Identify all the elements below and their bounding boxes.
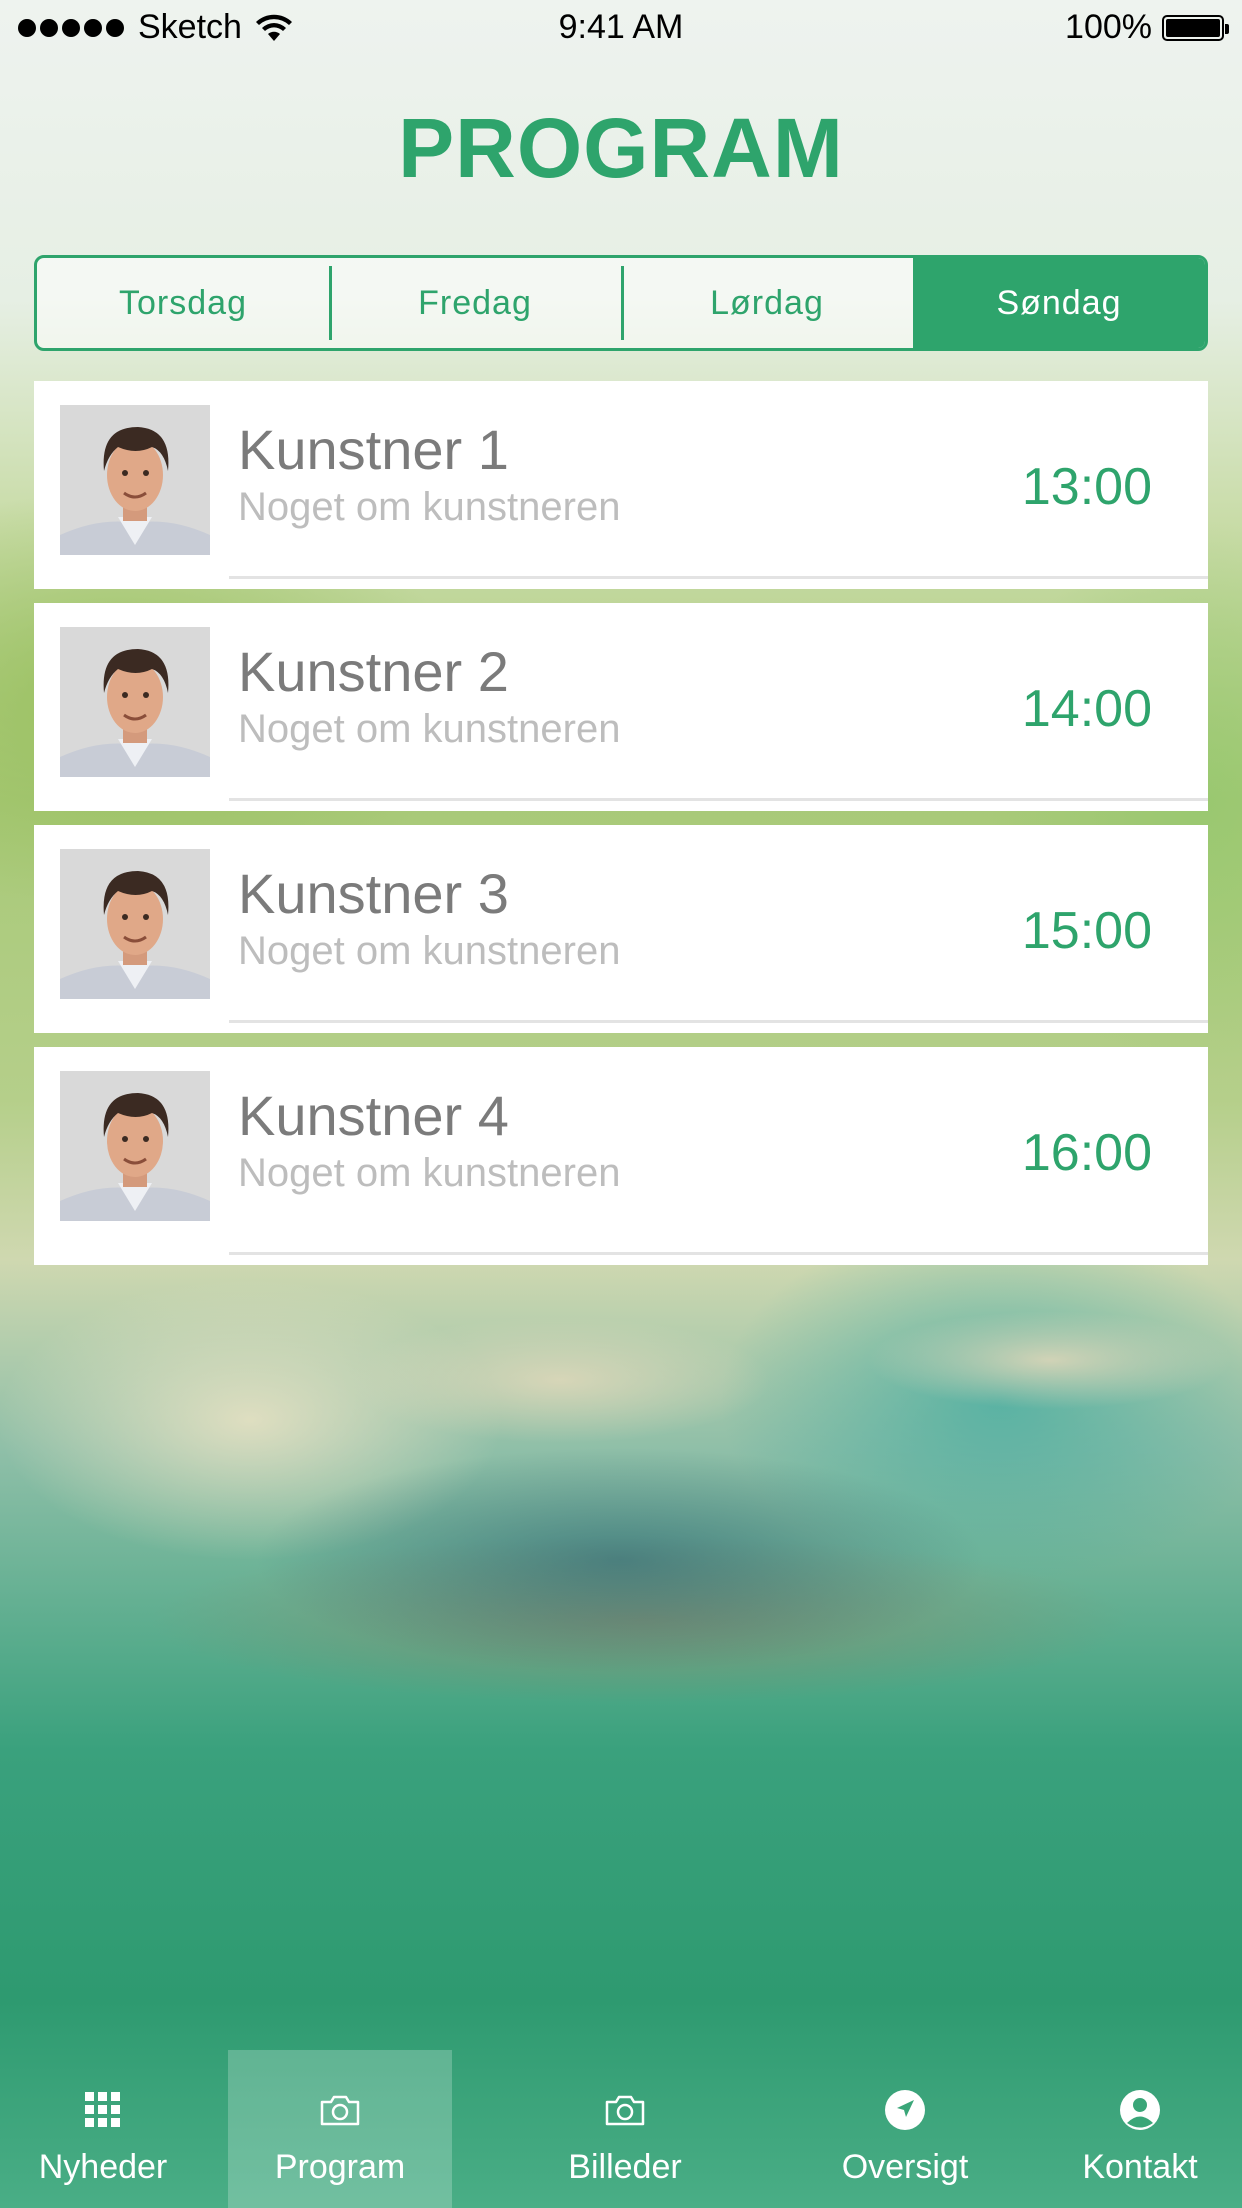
tab-torsdag[interactable]: Torsdag [37, 258, 329, 348]
status-time: 9:41 AM [558, 8, 684, 46]
tab-bar-label: Billeder [568, 2148, 682, 2186]
tab-sondag[interactable]: Søndag [913, 258, 1205, 348]
artist-photo [60, 627, 210, 777]
artist-description: Noget om kunstneren [238, 485, 621, 529]
row-divider [229, 1020, 1208, 1023]
tab-bar-item-nyheder[interactable]: Nyheder [0, 2050, 206, 2208]
artist-name: Kunstner 3 [238, 862, 509, 925]
page-title: PROGRAM [398, 101, 844, 195]
tab-bar-label: Kontakt [1082, 2148, 1198, 2186]
performance-time: 16:00 [1021, 1124, 1152, 1182]
performance-time: 14:00 [1021, 680, 1152, 738]
battery-percentage: 100% [1065, 8, 1152, 46]
tab-bar-label: Program [274, 2148, 406, 2186]
performance-time: 15:00 [1021, 902, 1152, 960]
tab-bar-item-billeder[interactable]: Billeder [520, 2050, 730, 2208]
artist-description: Noget om kunstneren [238, 929, 621, 973]
camera-icon [603, 2088, 647, 2132]
list-item[interactable]: Kunstner 3 Noget om kunstneren 15:00 [34, 825, 1208, 1033]
row-divider [229, 576, 1208, 579]
status-right: 100% [1065, 8, 1229, 47]
tab-bar-item-oversigt[interactable]: Oversigt [800, 2050, 1010, 2208]
list-item[interactable]: Kunstner 2 Noget om kunstneren 14:00 [34, 603, 1208, 811]
bottom-tab-bar: Nyheder Program Billeder Oversigt Kontak… [0, 2050, 1242, 2208]
day-segmented-control: Torsdag Fredag Lørdag Søndag [34, 255, 1208, 351]
person-photo-icon [60, 627, 210, 777]
artist-description: Noget om kunstneren [238, 1151, 621, 1195]
user-circle-icon [1118, 2088, 1162, 2132]
battery-icon [1162, 14, 1229, 41]
artist-description: Noget om kunstneren [238, 707, 621, 751]
battery-level [1166, 18, 1220, 37]
list-item[interactable]: Kunstner 1 Noget om kunstneren 13:00 [34, 381, 1208, 589]
tab-bar-label: Nyheder [38, 2148, 168, 2186]
tab-bar-item-kontakt[interactable]: Kontakt [1040, 2050, 1240, 2208]
artist-name: Kunstner 4 [238, 1084, 509, 1147]
artist-name: Kunstner 1 [238, 418, 509, 481]
row-divider [229, 798, 1208, 801]
location-arrow-icon [883, 2088, 927, 2132]
artist-photo [60, 849, 210, 999]
list-item[interactable]: Kunstner 4 Noget om kunstneren 16:00 [34, 1047, 1208, 1265]
row-divider [229, 1252, 1208, 1255]
person-photo-icon [60, 405, 210, 555]
tab-bar-item-program[interactable]: Program [228, 2050, 452, 2208]
tab-lordag[interactable]: Lørdag [621, 258, 913, 348]
camera-icon [318, 2088, 362, 2132]
tab-bar-label: Oversigt [841, 2148, 969, 2186]
performance-time: 13:00 [1021, 458, 1152, 516]
tab-fredag[interactable]: Fredag [329, 258, 621, 348]
program-list: Kunstner 1 Noget om kunstneren 13:00 Kun… [34, 381, 1208, 1265]
artist-photo [60, 1071, 210, 1221]
person-photo-icon [60, 849, 210, 999]
artist-name: Kunstner 2 [238, 640, 509, 703]
person-photo-icon [60, 1071, 210, 1221]
artist-photo [60, 405, 210, 555]
status-bar: Sketch 9:41 AM 100% [0, 0, 1242, 60]
grid-icon [81, 2088, 125, 2132]
